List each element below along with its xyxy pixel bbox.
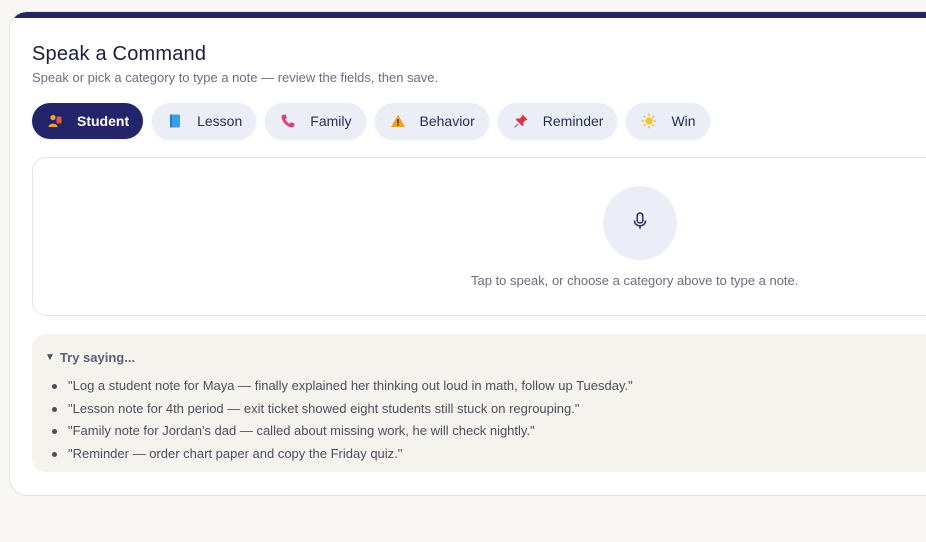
category-chip-win[interactable]: Win [626, 103, 710, 139]
sun-icon [641, 113, 657, 129]
category-chip-family[interactable]: Family [265, 103, 366, 139]
voice-input-area[interactable]: Tap to speak, or choose a category above… [32, 157, 926, 316]
chip-label: Win [671, 113, 696, 129]
phone-icon [280, 113, 296, 129]
examples-panel: ▼ Try saying... "Log a student note for … [32, 334, 926, 472]
microphone-icon [632, 211, 648, 235]
chip-label: Reminder [542, 113, 604, 129]
example-item: "Lesson note for 4th period — exit ticke… [52, 398, 633, 421]
page-title: Speak a Command [32, 43, 207, 65]
examples-toggle-label: Try saying... [59, 350, 136, 365]
chip-label: Student [77, 113, 130, 129]
book-icon [167, 113, 183, 129]
example-item: "Log a student note for Maya — finally e… [52, 375, 633, 398]
command-card: Speak a Command Speak or pick a category… [9, 11, 926, 496]
chip-label: Behavior [419, 113, 475, 129]
pin-icon [513, 113, 529, 129]
examples-list: "Log a student note for Maya — finally e… [52, 375, 633, 465]
example-item: "Family note for Jordan's dad — called a… [52, 420, 633, 443]
microphone-button[interactable] [603, 186, 677, 260]
category-chip-lesson[interactable]: Lesson [152, 103, 257, 139]
warning-icon [390, 113, 406, 129]
example-item: "Reminder — order chart paper and copy t… [52, 443, 633, 466]
chip-label: Lesson [197, 113, 243, 129]
examples-toggle[interactable]: ▼ Try saying... [45, 350, 135, 365]
category-chips: Student Lesson Family Behavior Reminder … [32, 103, 710, 139]
chip-label: Family [310, 113, 352, 129]
category-chip-reminder[interactable]: Reminder [497, 103, 618, 139]
student-icon [47, 113, 63, 129]
voice-hint-text: Tap to speak, or choose a category above… [471, 273, 799, 288]
page-subtitle: Speak or pick a category to type a note … [32, 70, 439, 85]
card-accent-bar [10, 12, 926, 18]
triangle-down-icon: ▼ [45, 352, 55, 363]
category-chip-behavior[interactable]: Behavior [374, 103, 489, 139]
category-chip-student[interactable]: Student [32, 103, 144, 139]
